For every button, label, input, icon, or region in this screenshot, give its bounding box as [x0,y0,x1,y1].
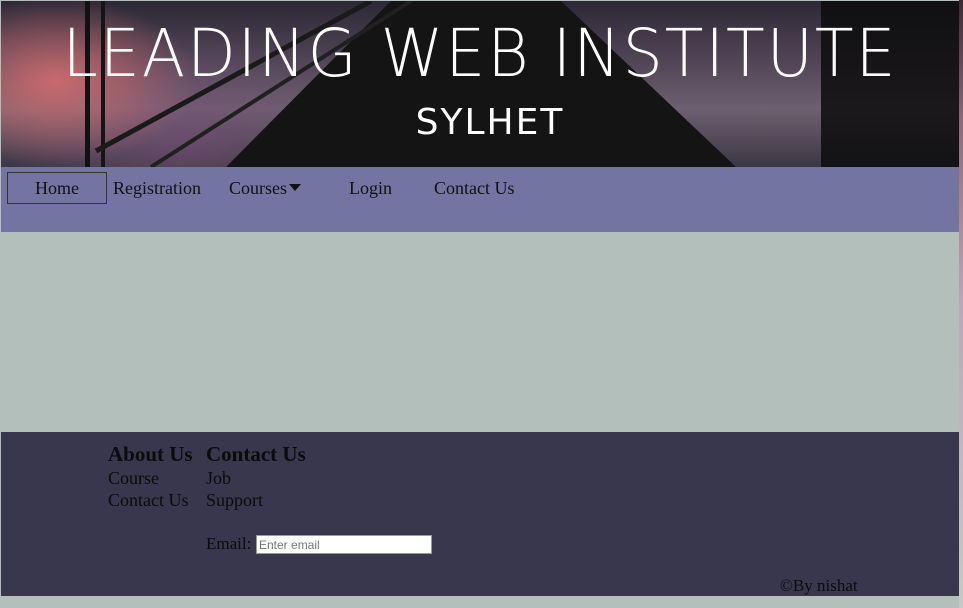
footer-heading-about: About Us [108,442,193,466]
email-label: Email: [206,534,252,553]
footer-link-course[interactable]: Course [108,468,159,489]
site-title: LEADING WEB INSTITUTE [62,15,898,92]
main-content [1,232,959,432]
nav-item-login[interactable]: Login [349,173,392,203]
header-banner: LEADING WEB INSTITUTE SYLHET [1,1,959,167]
window-edge [959,0,963,608]
footer-link-contact-us[interactable]: Contact Us [108,490,189,511]
nav-item-contact-us[interactable]: Contact Us [434,173,515,203]
nav-item-home[interactable]: Home [7,172,107,204]
email-input[interactable] [256,535,432,554]
nav-item-courses[interactable]: Courses [229,173,301,203]
footer-link-job[interactable]: Job [206,468,231,489]
nav-item-registration[interactable]: Registration [113,173,201,203]
footer-link-support[interactable]: Support [206,490,263,511]
main-nav: Home Registration Courses Login Contact … [1,167,959,232]
footer-heading-contact: Contact Us [206,442,306,466]
site-subtitle: SYLHET [415,102,565,143]
nav-item-courses-label: Courses [229,178,287,198]
copyright-text: ©By nishat [780,576,858,595]
footer: About Us Course Contact Us Contact Us Jo… [1,432,959,596]
caret-down-icon [289,184,301,191]
